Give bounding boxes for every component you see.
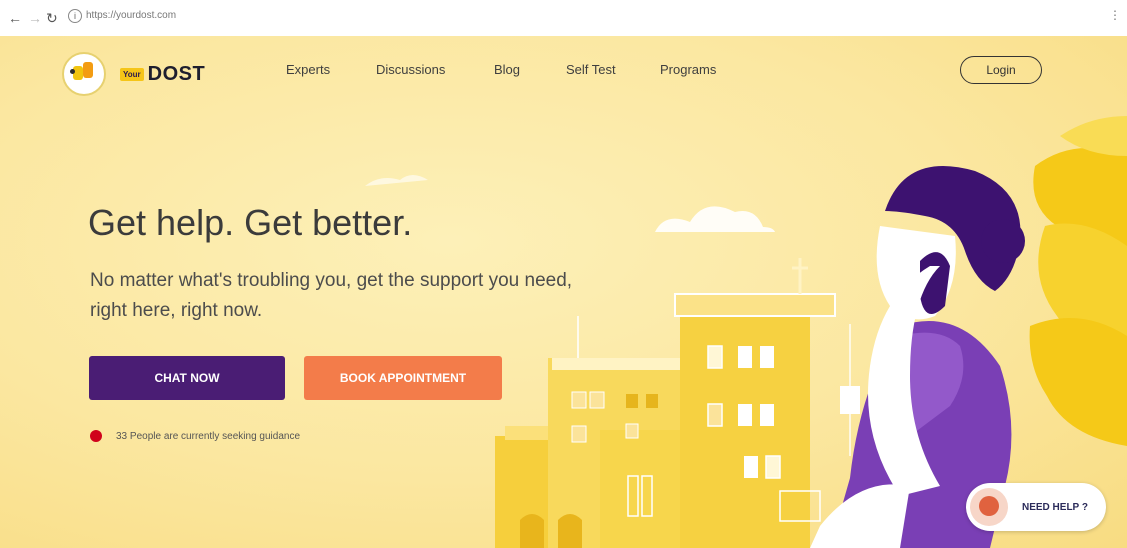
need-help-button[interactable]: NEED HELP ? xyxy=(966,483,1106,531)
nav-item-self-test[interactable]: Self Test xyxy=(566,62,616,77)
back-arrow-icon[interactable]: ← xyxy=(8,9,22,27)
reload-icon[interactable]: ↻ xyxy=(46,9,58,27)
info-icon[interactable]: i xyxy=(68,9,82,23)
browser-toolbar: ← → ↻ i https://yourdost.com ⋮ xyxy=(0,0,1127,36)
book-appointment-button[interactable]: BOOK APPOINTMENT xyxy=(304,356,502,400)
landing-page: Your DOST Experts Discussions Blog Self … xyxy=(0,36,1127,548)
logo-your-tag: Your xyxy=(120,67,144,81)
support-agent-icon xyxy=(970,488,1008,526)
cloud-shape xyxy=(655,206,775,232)
cloud-shape xyxy=(365,175,428,186)
logo-wordmark: DOST xyxy=(147,62,206,85)
nav-item-experts[interactable]: Experts xyxy=(286,62,330,77)
hero-title: Get help. Get better. xyxy=(88,202,413,243)
kebab-menu-icon[interactable]: ⋮ xyxy=(1109,8,1121,22)
need-help-label: NEED HELP ? xyxy=(1022,501,1088,513)
nav-item-programs[interactable]: Programs xyxy=(660,62,716,77)
live-dot-icon xyxy=(90,430,102,442)
chat-now-button[interactable]: CHAT NOW xyxy=(89,356,285,400)
live-status: 33 People are currently seeking guidance xyxy=(90,430,300,442)
tree-foliage xyxy=(1029,116,1127,446)
nav-item-blog[interactable]: Blog xyxy=(494,62,520,77)
login-button[interactable]: Login xyxy=(960,56,1042,84)
hero-subtitle: No matter what's troubling you, get the … xyxy=(90,270,573,321)
status-text: 33 People are currently seeking guidance xyxy=(116,430,301,442)
nav-item-discussions[interactable]: Discussions xyxy=(376,62,445,77)
address-bar[interactable]: https://yourdost.com xyxy=(86,10,176,21)
logo-mark-icon xyxy=(62,52,106,96)
forward-arrow-icon[interactable]: → xyxy=(28,9,42,27)
site-logo[interactable]: Your DOST xyxy=(62,52,205,96)
